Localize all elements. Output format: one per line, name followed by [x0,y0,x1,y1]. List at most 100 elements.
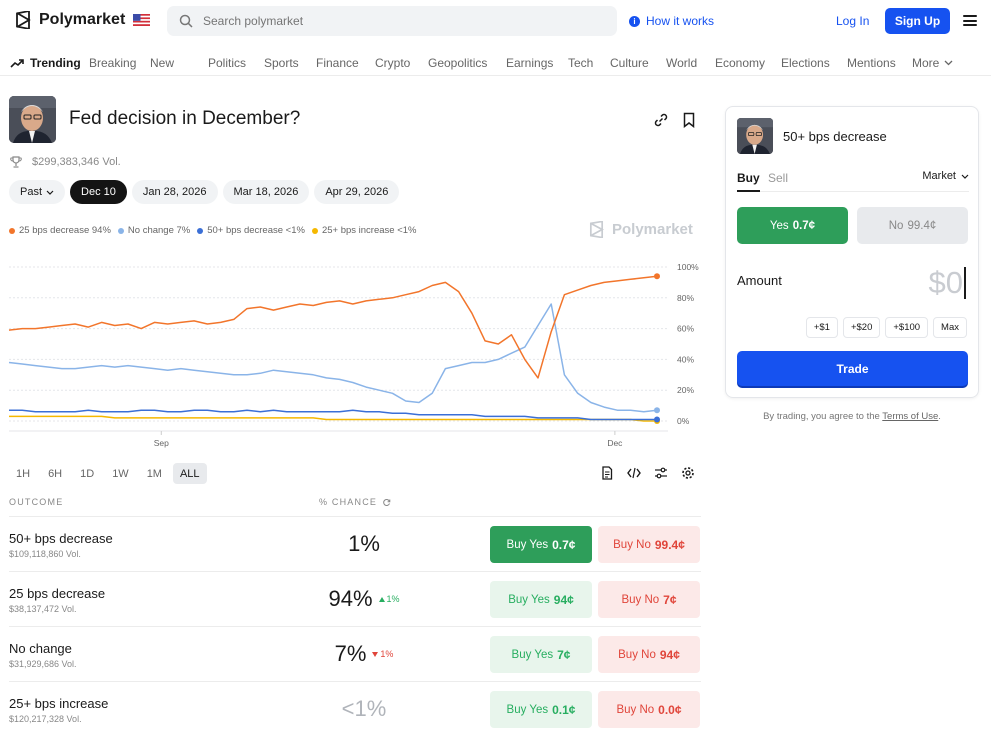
buy-no-label: Buy No [613,538,651,551]
nav-item-finance[interactable]: Finance [316,56,359,70]
legend-swatch [197,227,204,234]
outcome-no-label: No [888,219,904,232]
tab-buy[interactable]: Buy [737,171,760,192]
tab-sell[interactable]: Sell [768,171,788,185]
buy-yes-button[interactable]: Buy Yes 94¢ [490,581,592,618]
nav-item-earnings[interactable]: Earnings [506,56,553,70]
how-it-works-link[interactable]: i How it works [629,14,714,28]
outcome-chance-value: 94% [328,586,373,611]
nav-item-more[interactable]: More [912,56,953,70]
search-icon [179,14,193,28]
quick-add-1-button[interactable]: +$1 [805,317,838,338]
nav-item-tech[interactable]: Tech [568,56,593,70]
outcome-row[interactable]: 25 bps decrease $38,137,472 Vol. 94% 1% … [9,572,701,627]
chance-delta-value: 1% [380,649,394,659]
trending-up-icon [10,59,24,68]
outcome-row[interactable]: No change $31,929,686 Vol. 7% 1% Buy Yes… [9,627,701,682]
date-tab-jan-28[interactable]: Jan 28, 2026 [131,180,218,204]
info-icon: i [629,15,640,27]
buy-yes-button[interactable]: Buy Yes 0.1¢ [490,691,592,728]
nav-item-mentions[interactable]: Mentions [847,56,896,70]
range-tab-6h[interactable]: 6H [41,463,69,484]
buy-no-button[interactable]: Buy No 94¢ [598,636,700,673]
range-tab-all[interactable]: ALL [172,463,207,484]
range-tab-1w[interactable]: 1W [105,463,136,484]
quick-add-100-button[interactable]: +$100 [885,317,929,338]
date-tab-apr-29[interactable]: Apr 29, 2026 [314,180,400,204]
watermark-text: Polymarket [612,221,693,238]
buy-yes-price: 7¢ [557,647,571,662]
buy-yes-label: Buy Yes [506,538,549,551]
outcome-no-button[interactable]: No 99.4¢ [857,207,968,244]
quick-amount-buttons: +$1 +$20 +$100 Max [805,317,967,338]
buy-yes-label: Buy Yes [506,703,549,716]
signup-button[interactable]: Sign Up [885,8,950,34]
terms-notice: By trading, you agree to the Terms of Us… [725,411,979,422]
sliders-icon[interactable] [654,466,668,480]
outcome-row[interactable]: 25+ bps increase $120,217,328 Vol. <1% B… [9,682,701,737]
order-type-label: Market [922,170,956,182]
nav-item-elections[interactable]: Elections [781,56,830,70]
quick-add-20-button[interactable]: +$20 [842,317,881,338]
us-flag-icon[interactable] [133,14,150,26]
legend-item: 25+ bps increase <1% [311,225,417,236]
order-type-select[interactable]: Market [922,170,969,182]
logo-text: Polymarket [39,11,126,28]
outcome-volume: $120,217,328 Vol. [9,714,82,724]
buy-no-button[interactable]: Buy No 0.0¢ [598,691,700,728]
outcome-no-price: 99.4¢ [907,219,937,232]
search-input[interactable] [203,14,583,28]
date-tab-dec-10[interactable]: Dec 10 [70,180,127,204]
buy-yes-button[interactable]: Buy Yes 7¢ [490,636,592,673]
logo[interactable]: Polymarket [14,11,125,29]
amount-input[interactable]: $0 [929,265,966,301]
outcome-volume: $109,118,860 Vol. [9,549,81,559]
outcome-yes-button[interactable]: Yes 0.7¢ [737,207,848,244]
nav-item-trending[interactable]: Trending [10,56,81,70]
nav-item-world[interactable]: World [666,56,697,70]
outcome-name: 25 bps decrease [9,586,106,601]
nav-item-breaking[interactable]: Breaking [89,56,136,70]
terms-of-use-link[interactable]: Terms of Use [882,411,938,422]
legend-label: 25 bps decrease 94% [19,225,111,236]
series-line-25-bps-decrease [8,275,658,379]
hamburger-menu-icon[interactable] [963,15,977,26]
login-button[interactable]: Log In [836,14,869,28]
date-tab-past[interactable]: Past [9,180,66,204]
range-tab-1d[interactable]: 1D [73,463,101,484]
outcome-chance-value: 7% [334,641,367,666]
price-history-chart[interactable]: 100% 80% 60% 40% 20% 0% Sep Dec [0,255,710,455]
trade-side-tabs: Buy Sell Market [737,170,969,192]
bookmark-icon[interactable] [681,112,697,128]
buy-yes-button[interactable]: Buy Yes 0.7¢ [490,526,592,563]
document-icon[interactable] [600,466,614,480]
refresh-icon[interactable] [382,498,391,507]
quick-max-button[interactable]: Max [933,317,967,338]
nav-item-politics[interactable]: Politics [208,56,246,70]
nav-item-sports[interactable]: Sports [264,56,299,70]
search-bar[interactable] [167,6,617,36]
trophy-icon [10,156,22,168]
buy-no-button[interactable]: Buy No 7¢ [598,581,700,618]
legend-item: 50+ bps decrease <1% [197,225,305,236]
nav-item-economy[interactable]: Economy [715,56,765,70]
trade-panel-title: 50+ bps decrease [783,129,887,144]
range-tab-1m[interactable]: 1M [140,463,169,484]
link-icon[interactable] [653,112,669,128]
nav-item-geopolitics[interactable]: Geopolitics [428,56,487,70]
nav-item-new[interactable]: New [150,56,174,70]
trade-panel: 50+ bps decrease Buy Sell Market Yes 0.7¢… [725,106,979,398]
embed-code-icon[interactable] [627,466,641,480]
date-tab-mar-18[interactable]: Mar 18, 2026 [222,180,310,204]
nav-item-culture[interactable]: Culture [610,56,649,70]
outcome-name: No change [9,641,72,656]
settings-gear-icon[interactable] [681,466,695,480]
range-tab-1h[interactable]: 1H [9,463,37,484]
nav-item-label: Trending [30,56,81,70]
trade-button[interactable]: Trade [737,351,968,386]
buy-no-button[interactable]: Buy No 99.4¢ [598,526,700,563]
outcome-row[interactable]: 50+ bps decrease $109,118,860 Vol. 1% Bu… [9,517,701,572]
nav-item-crypto[interactable]: Crypto [375,56,410,70]
series-line-25-bps-increase [9,415,657,422]
volume-line: $299,383,346 Vol. [10,156,121,168]
